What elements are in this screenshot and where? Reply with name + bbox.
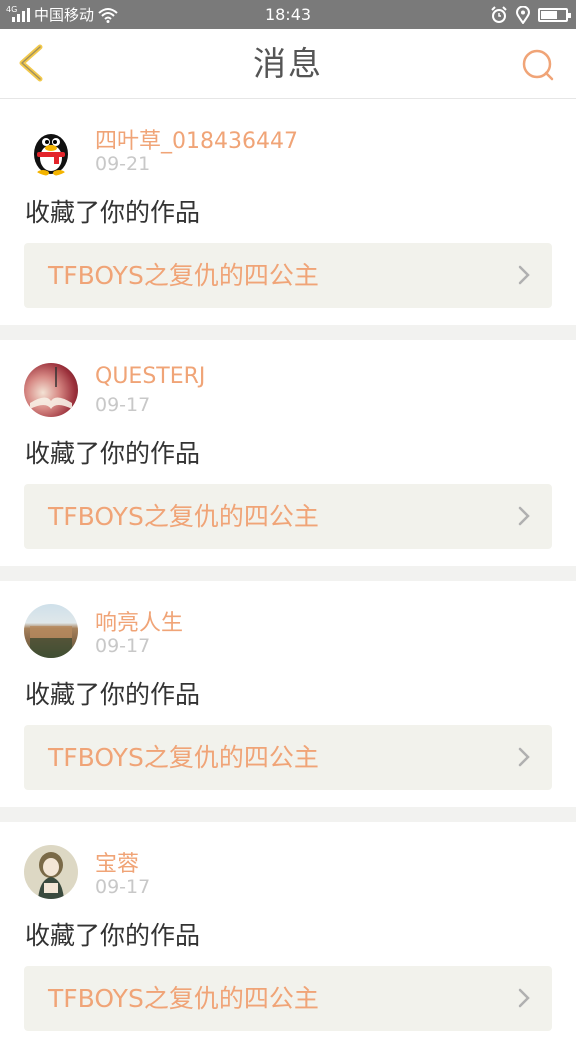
avatar[interactable] [24, 845, 78, 899]
work-link[interactable]: TFBOYS之复仇的四公主 [24, 966, 552, 1031]
qq-penguin-icon [34, 134, 68, 176]
page-title: 消息 [253, 44, 323, 83]
message-date: 09-17 [95, 876, 151, 898]
book-photo-icon [30, 367, 72, 409]
work-title: TFBOYS之复仇的四公主 [48, 743, 319, 772]
divider [0, 566, 576, 581]
action-text: 收藏了你的作品 [25, 198, 201, 227]
status-right [490, 0, 571, 29]
nav-header: 消息 [0, 29, 576, 99]
search-icon [522, 49, 554, 81]
landscape-photo-icon [30, 626, 72, 658]
message-item: 响亮人生 09-17 收藏了你的作品 TFBOYS之复仇的四公主 [0, 581, 576, 807]
status-bar: 4G 中国移动 18:43 [0, 0, 576, 29]
location-icon [516, 5, 530, 24]
username[interactable]: 宝蓉 [95, 846, 139, 878]
chevron-right-icon [518, 747, 530, 767]
chevron-right-icon [518, 988, 530, 1008]
anime-girl-icon [38, 852, 64, 899]
avatar[interactable] [24, 122, 78, 176]
username[interactable]: QUESTERJ [95, 364, 205, 389]
work-link[interactable]: TFBOYS之复仇的四公主 [24, 484, 552, 549]
search-button[interactable] [520, 47, 556, 83]
work-title: TFBOYS之复仇的四公主 [48, 261, 319, 290]
message-date: 09-17 [95, 635, 151, 657]
message-date: 09-17 [95, 394, 151, 416]
username[interactable]: 响亮人生 [95, 605, 183, 637]
chevron-right-icon [518, 506, 530, 526]
alarm-icon [491, 5, 507, 23]
avatar[interactable] [24, 363, 78, 417]
message-list: 四叶草_018436447 09-21 收藏了你的作品 TFBOYS之复仇的四公… [0, 99, 576, 1048]
chevron-right-icon [518, 265, 530, 285]
work-link[interactable]: TFBOYS之复仇的四公主 [24, 243, 552, 308]
action-text: 收藏了你的作品 [25, 680, 201, 709]
avatar[interactable] [24, 604, 78, 658]
message-item: 四叶草_018436447 09-21 收藏了你的作品 TFBOYS之复仇的四公… [0, 99, 576, 325]
work-title: TFBOYS之复仇的四公主 [48, 502, 319, 531]
divider [0, 807, 576, 822]
battery-icon [538, 7, 571, 22]
action-text: 收藏了你的作品 [25, 439, 201, 468]
divider [0, 325, 576, 340]
username[interactable]: 四叶草_018436447 [95, 123, 298, 155]
message-item: 宝蓉 09-17 收藏了你的作品 TFBOYS之复仇的四公主 [0, 822, 576, 1048]
action-text: 收藏了你的作品 [25, 921, 201, 950]
message-item: QUESTERJ 09-17 收藏了你的作品 TFBOYS之复仇的四公主 [0, 340, 576, 566]
work-title: TFBOYS之复仇的四公主 [48, 984, 319, 1013]
work-link[interactable]: TFBOYS之复仇的四公主 [24, 725, 552, 790]
message-date: 09-21 [95, 153, 151, 175]
